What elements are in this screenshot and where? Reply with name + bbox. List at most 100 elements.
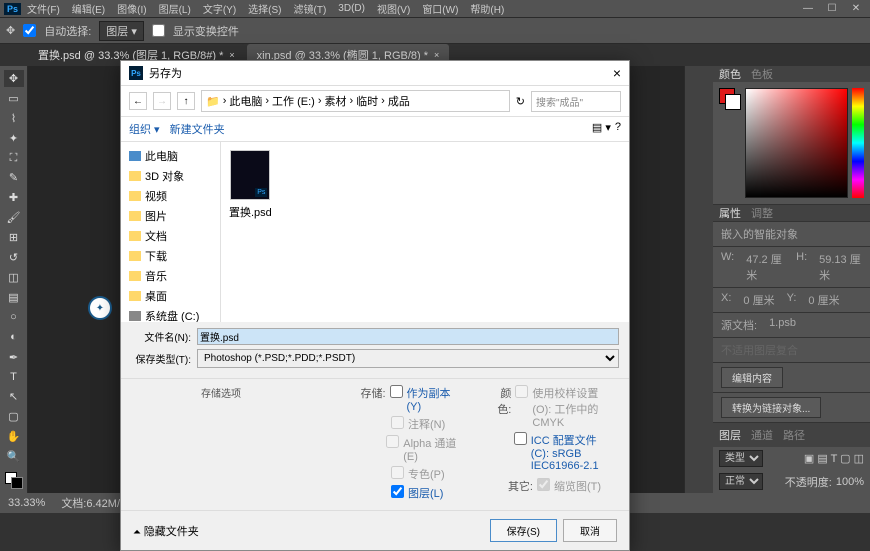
menu-text[interactable]: 文字(Y) <box>197 1 242 16</box>
close-button[interactable]: ✕ <box>846 2 866 16</box>
blur-tool[interactable]: ○ <box>4 309 24 326</box>
stamp-tool[interactable]: ⊞ <box>4 229 24 246</box>
tree-item[interactable]: 下载 <box>125 246 216 266</box>
shape-tool[interactable]: ▢ <box>4 408 24 425</box>
tab-properties[interactable]: 属性 <box>719 205 741 221</box>
menu-view[interactable]: 视图(V) <box>371 1 416 16</box>
menu-edit[interactable]: 编辑(E) <box>66 1 111 16</box>
proof-checkbox <box>515 385 528 398</box>
close-icon[interactable]: × <box>229 50 234 60</box>
tab-channels[interactable]: 通道 <box>751 427 773 443</box>
tab-layers[interactable]: 图层 <box>719 427 741 443</box>
hide-folders-button[interactable]: ⏶ 隐藏文件夹 <box>133 523 199 539</box>
autoselect-checkbox[interactable] <box>23 24 36 37</box>
layers-checkbox[interactable] <box>391 485 404 498</box>
breadcrumb[interactable]: 📁› 此电脑› 工作 (E:)› 素材› 临时› 成品 <box>201 90 510 112</box>
hand-tool[interactable]: ✋ <box>4 428 24 445</box>
tab-swatches[interactable]: 色板 <box>751 66 773 82</box>
help-button[interactable]: ? <box>615 121 621 137</box>
dodge-tool[interactable]: ◐ <box>4 329 24 346</box>
icc-checkbox[interactable] <box>514 432 527 445</box>
logo-badge: ✦ <box>88 296 112 320</box>
tree-item[interactable]: 文档 <box>125 226 216 246</box>
menu-bar: Ps 文件(F) 编辑(E) 图像(I) 图层(L) 文字(Y) 选择(S) 滤… <box>0 0 870 18</box>
eraser-tool[interactable]: ◫ <box>4 269 24 286</box>
tree-item[interactable]: 3D 对象 <box>125 166 216 186</box>
close-icon[interactable]: × <box>434 50 439 60</box>
tree-item[interactable]: 桌面 <box>125 286 216 306</box>
prop-height[interactable]: 59.13 厘米 <box>819 251 862 283</box>
filename-input[interactable] <box>197 328 619 345</box>
menu-help[interactable]: 帮助(H) <box>464 1 510 16</box>
save-button[interactable]: 保存(S) <box>490 519 557 542</box>
prop-width[interactable]: 47.2 厘米 <box>746 251 784 283</box>
autoselect-dropdown[interactable]: 图层 ▾ <box>99 21 144 41</box>
blend-mode[interactable]: 正常 <box>719 473 763 490</box>
edit-content-button[interactable]: 编辑内容 <box>721 367 783 388</box>
save-copy-checkbox[interactable] <box>390 385 403 398</box>
tree-item[interactable]: 此电脑 <box>125 146 216 166</box>
hue-slider[interactable] <box>852 88 864 198</box>
back-button[interactable]: ← <box>129 92 147 110</box>
minimize-button[interactable]: — <box>798 2 818 16</box>
wand-tool[interactable]: ✦ <box>4 130 24 147</box>
menu-filter[interactable]: 滤镜(T) <box>288 1 333 16</box>
forward-button[interactable]: → <box>153 92 171 110</box>
maximize-button[interactable]: ☐ <box>822 2 842 16</box>
tree-item[interactable]: 视频 <box>125 186 216 206</box>
ps-icon: Ps <box>129 66 143 80</box>
eyedropper-tool[interactable]: ✎ <box>4 170 24 187</box>
up-button[interactable]: ↑ <box>177 92 195 110</box>
menu-file[interactable]: 文件(F) <box>21 1 66 16</box>
tab-paths[interactable]: 路径 <box>783 427 805 443</box>
zoom-tool[interactable]: 🔍 <box>4 448 24 465</box>
filename-label: 文件名(N): <box>131 329 191 344</box>
props-title: 嵌入的智能对象 <box>721 226 798 242</box>
menu-3d[interactable]: 3D(D) <box>332 3 371 14</box>
menu-layer[interactable]: 图层(L) <box>153 1 197 16</box>
menu-window[interactable]: 窗口(W) <box>416 1 464 16</box>
menu-select[interactable]: 选择(S) <box>242 1 287 16</box>
gradient-tool[interactable]: ▤ <box>4 289 24 306</box>
path-tool[interactable]: ↖ <box>4 389 24 406</box>
marquee-tool[interactable]: ▭ <box>4 90 24 107</box>
cancel-button[interactable]: 取消 <box>563 519 617 542</box>
tree-item[interactable]: 图片 <box>125 206 216 226</box>
convert-link-button[interactable]: 转换为链接对象... <box>721 397 821 418</box>
tree-item[interactable]: 音乐 <box>125 266 216 286</box>
file-list[interactable]: 置换.psd <box>221 142 629 322</box>
pen-tool[interactable]: ✒ <box>4 349 24 366</box>
tab-color[interactable]: 颜色 <box>719 66 741 82</box>
search-input[interactable]: 搜索"成品" <box>531 91 621 112</box>
save-as-dialog: Ps 另存为 × ← → ↑ 📁› 此电脑› 工作 (E:)› 素材› 临时› … <box>120 60 630 551</box>
collapsed-panel-strip[interactable] <box>685 66 713 493</box>
organize-button[interactable]: 组织 ▾ <box>129 121 160 137</box>
fg-bg-swatch[interactable] <box>719 88 741 110</box>
color-swatch[interactable] <box>5 472 23 489</box>
view-button[interactable]: ▤ ▾ <box>592 121 611 137</box>
type-tool[interactable]: T <box>4 369 24 386</box>
tab-adjustments[interactable]: 调整 <box>751 205 773 221</box>
dialog-title: 另存为 <box>149 65 182 81</box>
thumb-checkbox <box>537 478 550 491</box>
crop-tool[interactable]: ⛶ <box>4 150 24 167</box>
refresh-button[interactable]: ↻ <box>516 95 525 108</box>
prop-y[interactable]: 0 厘米 <box>808 292 839 308</box>
lasso-tool[interactable]: ⌇ <box>4 110 24 127</box>
healing-tool[interactable]: ✚ <box>4 189 24 206</box>
opacity-value[interactable]: 100% <box>836 476 864 488</box>
prop-x[interactable]: 0 厘米 <box>743 292 774 308</box>
brush-tool[interactable]: 🖌 <box>4 209 24 226</box>
showcontrols-checkbox[interactable] <box>152 24 165 37</box>
tree-item[interactable]: 系统盘 (C:) <box>125 306 216 322</box>
history-tool[interactable]: ↺ <box>4 249 24 266</box>
layer-kind-filter[interactable]: 类型 <box>719 450 763 467</box>
file-item[interactable]: 置换.psd <box>229 150 272 220</box>
dialog-close-button[interactable]: × <box>613 65 621 81</box>
color-field[interactable] <box>745 88 848 198</box>
move-tool[interactable]: ✥ <box>4 70 24 87</box>
menu-image[interactable]: 图像(I) <box>111 1 152 16</box>
zoom-level[interactable]: 33.33% <box>8 497 45 509</box>
filetype-select[interactable]: Photoshop (*.PSD;*.PDD;*.PSDT) <box>197 349 619 368</box>
newfolder-button[interactable]: 新建文件夹 <box>170 121 225 137</box>
